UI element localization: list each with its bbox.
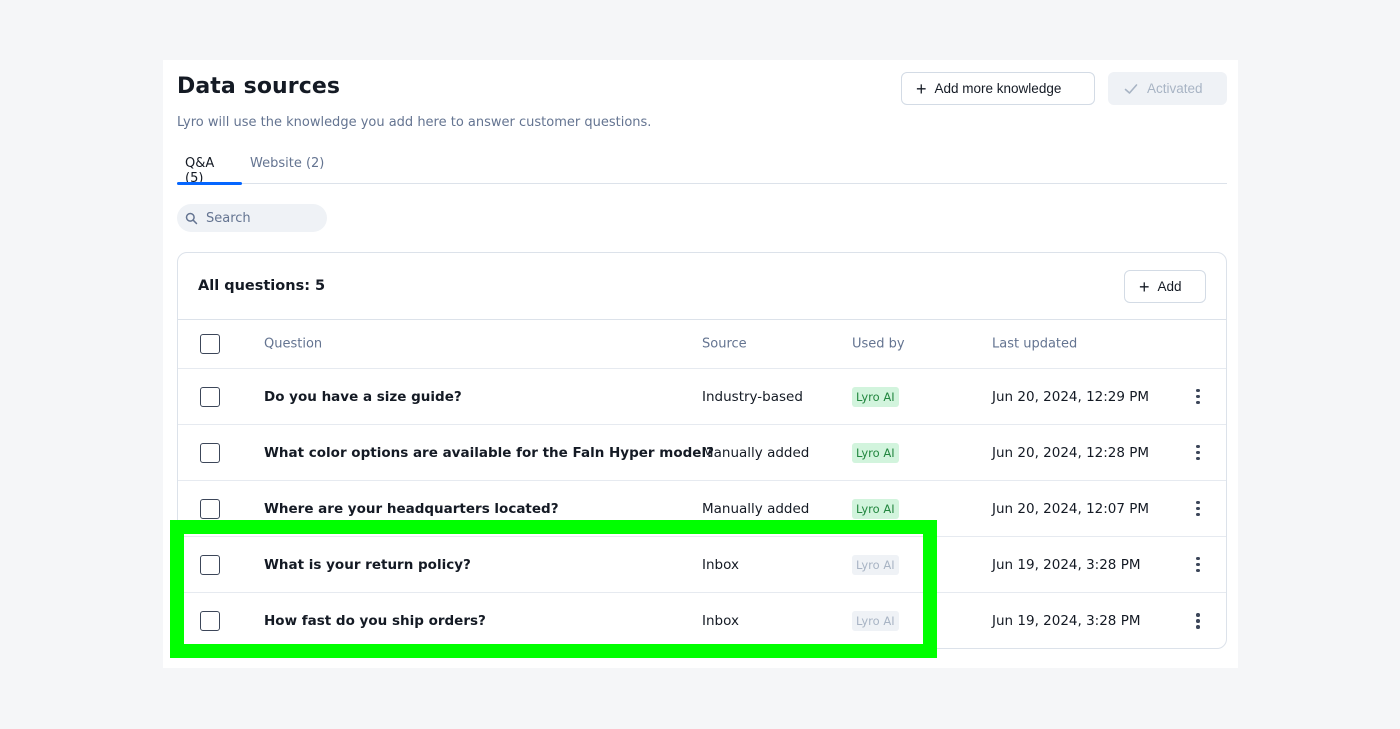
- last-updated-text: Jun 20, 2024, 12:29 PM: [992, 388, 1150, 405]
- used-by-cell: Lyro AI: [852, 442, 899, 463]
- table-title: All questions: 5: [198, 278, 326, 294]
- activated-button[interactable]: Activated: [1108, 72, 1227, 105]
- page-title: Data sources: [177, 74, 341, 99]
- used-by-cell: Lyro AI: [852, 498, 899, 519]
- column-header-source[interactable]: Source: [702, 337, 747, 352]
- search-input[interactable]: [206, 210, 316, 226]
- page-subtitle: Lyro will use the knowledge you add here…: [177, 115, 652, 130]
- kebab-menu-icon[interactable]: [1188, 611, 1208, 631]
- last-updated-text: Jun 19, 2024, 3:28 PM: [992, 613, 1141, 629]
- select-all-checkbox[interactable]: [200, 334, 220, 354]
- plus-icon: +: [1139, 276, 1150, 297]
- add-more-knowledge-button[interactable]: + Add more knowledge: [901, 72, 1095, 105]
- used-by-cell: Lyro AI: [852, 554, 899, 575]
- question-text: Do you have a size guide?: [264, 388, 462, 405]
- row-checkbox[interactable]: [200, 611, 220, 631]
- check-icon: [1124, 83, 1138, 94]
- used-by-cell: Lyro AI: [852, 386, 899, 407]
- kebab-menu-icon[interactable]: [1188, 387, 1208, 407]
- source-text: Inbox: [702, 613, 739, 629]
- plus-icon: +: [916, 78, 927, 99]
- row-checkbox[interactable]: [200, 386, 220, 407]
- kebab-menu-icon[interactable]: [1188, 443, 1208, 463]
- lyro-ai-badge: Lyro AI: [852, 442, 899, 463]
- last-updated-text: Jun 20, 2024, 12:07 PM: [992, 500, 1150, 517]
- lyro-ai-badge: Lyro AI: [852, 386, 899, 407]
- table-header-bar: All questions: 5 + Add: [178, 253, 1226, 320]
- tab-qa[interactable]: Q&A (5): [177, 154, 242, 186]
- kebab-menu-icon[interactable]: [1188, 555, 1208, 575]
- source-text: Manually added: [702, 444, 810, 461]
- question-text: How fast do you ship orders?: [264, 613, 486, 629]
- add-more-knowledge-label: Add more knowledge: [934, 81, 1062, 96]
- lyro-ai-badge: Lyro AI: [852, 498, 899, 519]
- activated-label: Activated: [1147, 81, 1203, 96]
- tab-website[interactable]: Website (2): [242, 154, 332, 184]
- add-question-label: Add: [1157, 279, 1182, 294]
- table-row[interactable]: Where are your headquarters located? Man…: [178, 481, 1226, 537]
- kebab-menu-icon[interactable]: [1188, 499, 1208, 519]
- table-row[interactable]: How fast do you ship orders? Inbox Lyro …: [178, 593, 1226, 648]
- row-checkbox[interactable]: [200, 442, 220, 463]
- column-header-last-updated[interactable]: Last updated: [992, 337, 1077, 352]
- search-box[interactable]: [177, 204, 327, 232]
- question-text: What is your return policy?: [264, 556, 471, 573]
- row-checkbox[interactable]: [200, 498, 220, 519]
- tab-bar: Q&A (5) Website (2): [177, 154, 1227, 186]
- source-text: Inbox: [702, 556, 739, 573]
- table-row[interactable]: Do you have a size guide? Industry-based…: [178, 369, 1226, 425]
- used-by-cell: Lyro AI: [852, 611, 899, 631]
- table-row[interactable]: What is your return policy? Inbox Lyro A…: [178, 537, 1226, 593]
- column-header-used-by[interactable]: Used by: [852, 337, 905, 352]
- question-text: Where are your headquarters located?: [264, 500, 559, 517]
- search-icon: [185, 212, 198, 224]
- questions-table-card: All questions: 5 + Add Question Source U…: [177, 252, 1227, 649]
- data-sources-panel: Data sources Lyro will use the knowledge…: [163, 60, 1238, 668]
- lyro-ai-badge: Lyro AI: [852, 611, 899, 631]
- column-header-question[interactable]: Question: [264, 337, 322, 352]
- last-updated-text: Jun 20, 2024, 12:28 PM: [992, 444, 1150, 461]
- question-text: What color options are available for the…: [264, 444, 714, 461]
- table-row[interactable]: What color options are available for the…: [178, 425, 1226, 481]
- add-question-button[interactable]: + Add: [1124, 270, 1206, 303]
- source-text: Industry-based: [702, 388, 803, 405]
- lyro-ai-badge: Lyro AI: [852, 554, 899, 575]
- source-text: Manually added: [702, 500, 810, 517]
- table-column-headers: Question Source Used by Last updated: [178, 320, 1226, 369]
- row-checkbox[interactable]: [200, 554, 220, 575]
- last-updated-text: Jun 19, 2024, 3:28 PM: [992, 556, 1141, 573]
